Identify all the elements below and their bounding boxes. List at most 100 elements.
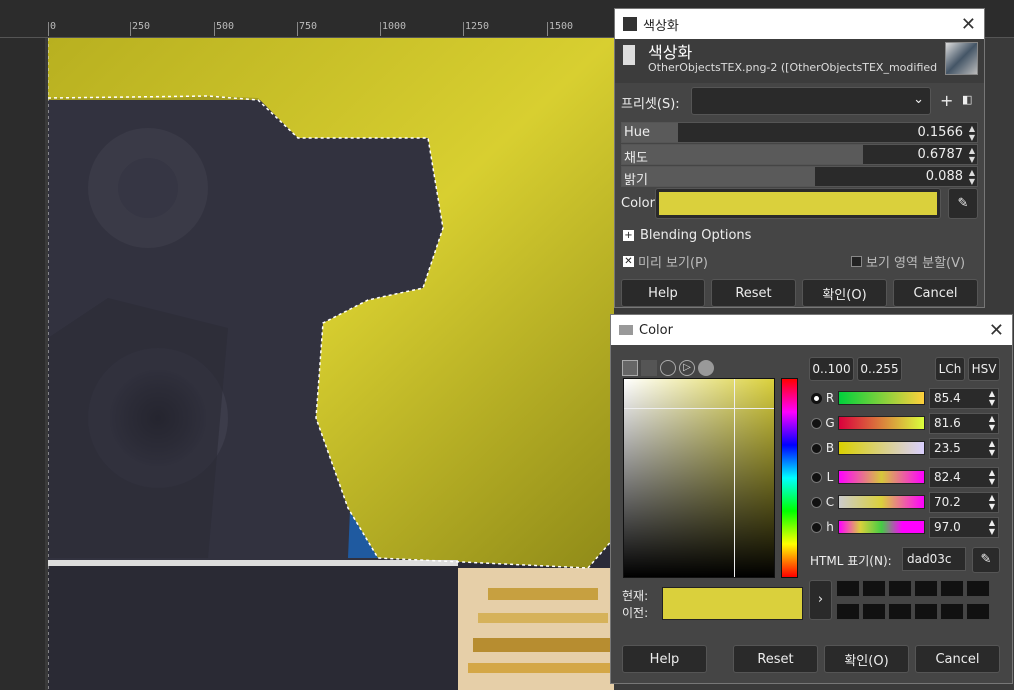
history-swatch[interactable] [914, 580, 938, 597]
add-preset-icon[interactable]: + [940, 91, 953, 110]
channel-l-value[interactable]: 82.4 ▲ ▼ [929, 467, 999, 488]
colorize-titlebar[interactable]: 색상화 ✕ [615, 9, 984, 39]
lightness-label: 밝기 [624, 173, 648, 188]
hue-strip[interactable] [781, 378, 798, 578]
history-swatch[interactable] [966, 580, 990, 597]
preview-label: 미리 보기(P) [638, 256, 708, 271]
ruler-label: 1250 [465, 21, 490, 32]
history-swatch[interactable] [940, 603, 964, 620]
color-titlebar[interactable]: Color ✕ [611, 315, 1012, 345]
channel-h-bar[interactable] [838, 520, 925, 534]
channel-r-row[interactable]: R [811, 388, 925, 408]
channel-c-bar[interactable] [838, 495, 925, 509]
spin-arrows-icon[interactable]: ▲ ▼ [969, 146, 975, 164]
radio-icon[interactable] [811, 442, 822, 454]
history-swatch[interactable] [888, 603, 912, 620]
channel-r-value[interactable]: 85.4 ▲ ▼ [929, 388, 999, 409]
saturation-slider[interactable]: 채도 0.6787 ▲ ▼ [621, 144, 978, 166]
channel-g-row[interactable]: G [811, 413, 925, 433]
spin-arrows-icon[interactable]: ▲ ▼ [989, 518, 995, 536]
channel-l-bar[interactable] [838, 470, 925, 484]
history-swatch[interactable] [914, 603, 938, 620]
channel-l-label: L [826, 470, 834, 484]
channel-g-value[interactable]: 81.6 ▲ ▼ [929, 413, 999, 434]
channel-c-row[interactable]: C [811, 492, 925, 512]
triangle-selector-icon[interactable]: ▷ [679, 360, 695, 376]
spin-arrows-icon[interactable]: ▲ ▼ [989, 389, 995, 407]
ruler-label: 500 [216, 21, 235, 32]
channel-b-value[interactable]: 23.5 ▲ ▼ [929, 438, 999, 459]
preset-menu-icon[interactable]: ◧ [962, 93, 972, 106]
history-swatch[interactable] [862, 603, 886, 620]
cmyk-selector-icon[interactable] [641, 360, 657, 376]
radio-icon[interactable] [811, 496, 822, 508]
lightness-fill [622, 167, 816, 186]
gimp-selector-icon[interactable] [622, 360, 638, 376]
window-title: 색상화 [643, 18, 679, 34]
wheel-selector-icon[interactable] [660, 360, 676, 376]
radio-icon[interactable] [811, 471, 822, 483]
close-icon[interactable]: ✕ [989, 320, 1004, 341]
split-view-checkbox[interactable]: 보기 영역 분할(V) [851, 252, 965, 271]
texture-image [48, 38, 614, 690]
eyedropper-icon: ✎ [957, 196, 969, 211]
channel-l-row[interactable]: L [811, 467, 925, 487]
history-swatch[interactable] [940, 580, 964, 597]
color-help-button[interactable]: Help [622, 645, 707, 673]
current-color-swatch [662, 587, 803, 620]
preview-checkbox[interactable]: ✕ 미리 보기(P) [623, 252, 708, 271]
color-label: Color [621, 196, 655, 211]
colorize-ok-button[interactable]: 확인(O) [802, 279, 887, 307]
close-icon[interactable]: ✕ [961, 14, 976, 35]
palette-selector-icon[interactable] [698, 360, 714, 376]
channel-c-value[interactable]: 70.2 ▲ ▼ [929, 492, 999, 513]
history-swatch[interactable] [888, 580, 912, 597]
radio-icon[interactable] [811, 417, 822, 429]
color-dialog-title: Color [639, 322, 673, 338]
channel-b-bar[interactable] [838, 441, 925, 455]
radio-icon[interactable] [811, 521, 822, 533]
history-swatch[interactable] [862, 580, 886, 597]
channel-g-bar[interactable] [838, 416, 925, 430]
colorize-help-button[interactable]: Help [621, 279, 705, 307]
color-swatch-button[interactable] [655, 188, 941, 219]
spin-arrows-icon[interactable]: ▲ ▼ [989, 468, 995, 486]
lightness-slider[interactable]: 밝기 0.088 ▲ ▼ [621, 166, 978, 188]
history-swatch[interactable] [836, 603, 860, 620]
range-255-button[interactable]: 0..255 [857, 357, 902, 381]
eyedropper-icon: ✎ [980, 552, 992, 567]
lightness-value: 0.088 [925, 169, 963, 184]
channel-h-row[interactable]: h [811, 517, 925, 537]
color-square[interactable] [623, 378, 775, 578]
channel-c-number: 70.2 [934, 495, 961, 509]
blending-options-toggle[interactable]: + Blending Options [623, 228, 751, 243]
history-swatch[interactable] [966, 603, 990, 620]
presets-label: 프리셋(S): [621, 97, 680, 112]
color-eyedropper-button[interactable]: ✎ [972, 547, 1000, 573]
html-notation-input[interactable]: dad03c [902, 547, 966, 571]
spin-arrows-icon[interactable]: ▲ ▼ [989, 493, 995, 511]
eyedropper-button[interactable]: ✎ [948, 188, 978, 219]
channel-b-row[interactable]: B [811, 438, 925, 458]
color-reset-button[interactable]: Reset [733, 645, 818, 673]
spin-arrows-icon[interactable]: ▲ ▼ [969, 168, 975, 186]
colorize-reset-button[interactable]: Reset [711, 279, 796, 307]
history-swatch[interactable] [836, 580, 860, 597]
range-100-button[interactable]: 0..100 [809, 357, 854, 381]
colorize-cancel-button[interactable]: Cancel [893, 279, 978, 307]
add-to-history-button[interactable]: › [809, 580, 832, 620]
channel-r-bar[interactable] [838, 391, 925, 405]
spin-arrows-icon[interactable]: ▲ ▼ [989, 414, 995, 432]
radio-selected-icon[interactable] [811, 392, 822, 404]
spin-arrows-icon[interactable]: ▲ ▼ [969, 124, 975, 142]
lch-button[interactable]: LCh [935, 357, 965, 381]
channel-h-value[interactable]: 97.0 ▲ ▼ [929, 517, 999, 538]
spin-arrows-icon[interactable]: ▲ ▼ [989, 439, 995, 457]
colorize-header: 색상화 OtherObjectsTEX.png-2 ([OtherObjects… [615, 39, 984, 83]
presets-dropdown[interactable]: ⌄ [691, 87, 931, 115]
hue-slider[interactable]: Hue 0.1566 ▲ ▼ [621, 122, 978, 143]
checked-icon: ✕ [623, 256, 634, 267]
color-ok-button[interactable]: 확인(O) [824, 645, 909, 673]
color-cancel-button[interactable]: Cancel [915, 645, 1000, 673]
hsv-button[interactable]: HSV [968, 357, 1000, 381]
